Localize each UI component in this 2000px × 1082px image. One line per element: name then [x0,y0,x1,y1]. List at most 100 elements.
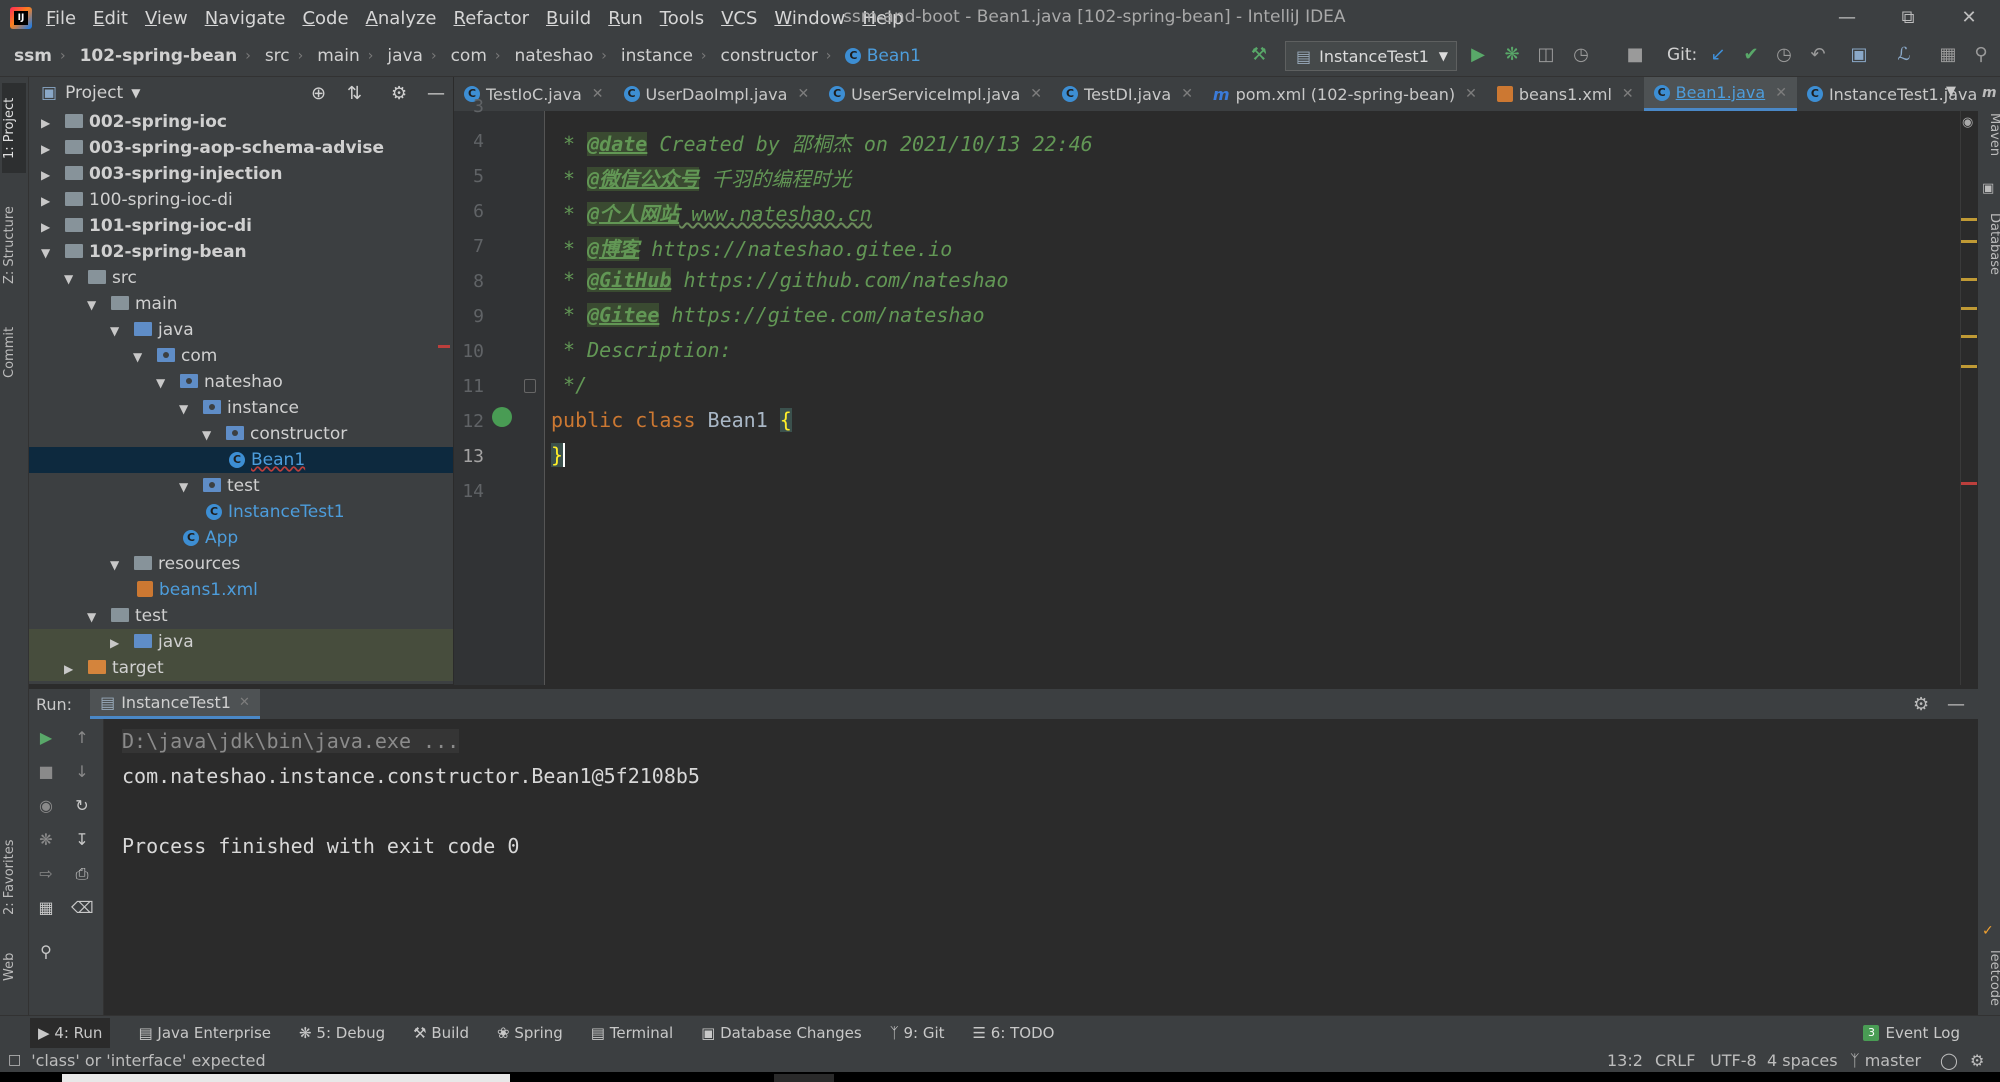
debug-icon[interactable]: ❋ [1501,44,1523,66]
menu-run[interactable]: Run [608,8,643,29]
chevron-right-icon[interactable]: ▶ [41,162,55,188]
collapse-all-icon[interactable]: ⇅ [347,83,362,104]
project-view-title[interactable]: Project [65,83,123,103]
line-separator[interactable]: CRLF [1655,1051,1695,1070]
tool-spring[interactable]: ❀ Spring [497,1024,563,1042]
caret-position[interactable]: 13:2 [1607,1051,1643,1070]
menu-view[interactable]: View [145,8,188,29]
chevron-down-icon[interactable]: ▼ [202,422,216,448]
tab-favorites-tool[interactable]: 2: Favorites [2,827,26,927]
scroll-up-icon[interactable]: ↑ [71,727,93,749]
profile-icon[interactable]: ◷ [1570,44,1592,66]
tree-node[interactable]: ▼ test [29,473,453,499]
status-toggle-icon[interactable]: □ [8,1052,21,1068]
tree-node[interactable]: ▼ nateshao [29,369,453,395]
tree-node[interactable]: C InstanceTest1 [29,499,453,525]
menu-tools[interactable]: Tools [660,8,704,29]
menu-edit[interactable]: Edit [93,8,128,29]
soft-wrap-icon[interactable]: ↻ [71,795,93,817]
breadcrumb-src[interactable]: src [265,46,290,66]
error-marker[interactable] [1961,482,1977,485]
gear-icon[interactable]: ⚙ [1913,694,1929,715]
close-tab-icon[interactable]: ✕ [797,86,809,102]
tree-node[interactable]: ▶ 003-spring-aop-schema-advise [29,135,453,161]
camera-icon[interactable]: ◉ [35,795,57,817]
lock-icon[interactable]: ◯ [1940,1051,1958,1070]
tree-node[interactable]: ▼ test [29,603,453,629]
eye-icon[interactable]: ◉ [1962,115,1973,130]
git-history-icon[interactable]: ◷ [1773,44,1795,66]
close-tab-icon[interactable]: ✕ [1030,86,1042,102]
print-icon[interactable]: ⎙ [71,863,93,885]
tab-commit-tool[interactable]: Commit [2,317,26,387]
tab-maven-tool[interactable]: Maven [1978,105,2000,165]
git-rollback-icon[interactable]: ↶ [1807,44,1829,66]
run-configuration-select[interactable]: ▤ InstanceTest1 ▼ [1285,41,1457,71]
close-tab-icon[interactable]: ✕ [1181,86,1193,102]
rerun-icon[interactable]: ▶ [35,727,57,749]
chevron-down-icon[interactable]: ▼ [179,396,193,422]
tree-node[interactable]: C App [29,525,453,551]
tool-todo[interactable]: ☰ 6: TODO [973,1024,1055,1042]
tree-node[interactable]: ▼ 102-spring-bean [29,239,453,265]
layout-icon[interactable]: ▦ [1937,44,1959,66]
build-hammer-icon[interactable]: ⚒ [1248,44,1270,66]
tree-node[interactable]: ▼ instance [29,395,453,421]
hide-panel-icon[interactable]: — [1947,694,1965,715]
breadcrumb-java[interactable]: java [387,46,423,66]
gear-icon[interactable]: ⚙ [391,83,407,104]
tree-node[interactable]: ▶ java [29,629,453,655]
indent-setting[interactable]: 4 spaces [1767,1051,1838,1070]
tool-database-changes[interactable]: ▣ Database Changes [701,1024,862,1042]
code-editor[interactable]: * @date Created by 邵桐杰 on 2021/10/13 22:… [545,111,1960,685]
breadcrumb-instance[interactable]: instance [621,46,693,66]
locate-file-icon[interactable]: ⊕ [311,83,326,104]
event-log[interactable]: 3 Event Log [1863,1024,1960,1042]
tree-node[interactable]: ▶ 101-spring-ioc-di [29,213,453,239]
layout-icon[interactable]: ▦ [35,897,57,919]
stop-icon[interactable]: ■ [1624,44,1646,66]
tree-node[interactable]: ▶ target [29,655,453,681]
fold-marker-icon[interactable] [524,379,536,393]
menu-vcs[interactable]: VCS [721,8,757,29]
chevron-down-icon[interactable]: ▼ [131,86,140,100]
tree-node[interactable]: ▶ 100-spring-ioc-di [29,187,453,213]
editor-tab[interactable]: beans1.xml ✕ [1487,77,1644,111]
warning-marker[interactable] [1961,240,1977,243]
chevron-right-icon[interactable]: ▶ [110,630,124,656]
breadcrumb-bean1[interactable]: C Bean1 [845,46,921,66]
tree-node[interactable]: ▼ resources [29,551,453,577]
chevron-right-icon[interactable]: ▶ [41,136,55,162]
memory-indicator-icon[interactable]: ⚙ [1970,1051,1984,1070]
close-tab-icon[interactable]: ✕ [1775,85,1787,101]
chevron-right-icon[interactable]: ▶ [41,188,55,214]
tree-node[interactable]: beans1.xml [29,577,453,603]
close-icon[interactable]: ✕ [239,695,250,710]
tab-leetcode-tool[interactable]: leetcode [1978,943,2000,1013]
run-console[interactable]: D:\java\jdk\bin\java.exe ... com.natesha… [104,719,1978,1015]
coverage-icon[interactable]: ◫ [1535,44,1557,66]
git-update-icon[interactable]: ↙ [1707,44,1729,66]
stop-icon[interactable]: ■ [35,761,57,783]
git-commit-icon[interactable]: ✔ [1740,44,1762,66]
warning-marker[interactable] [1961,365,1977,368]
tree-node[interactable]: ▼ constructor [29,421,453,447]
close-tab-icon[interactable]: ✕ [592,86,604,102]
search-icon[interactable]: ⚲ [1970,44,1992,66]
hide-panel-icon[interactable]: — [427,83,445,104]
git-branch[interactable]: ᛉ master [1850,1051,1921,1070]
editor-tab[interactable]: C Bean1.java ✕ [1643,77,1797,111]
editor-tab[interactable]: C TestDI.java ✕ [1052,77,1203,111]
tool-git[interactable]: ᛉ 9: Git [890,1024,945,1042]
pin-icon[interactable]: ⚲ [35,941,57,963]
editor-tab[interactable]: m pom.xml (102-spring-bean) ✕ [1203,77,1487,111]
chevron-down-icon[interactable]: ▼ [87,604,101,630]
file-encoding[interactable]: UTF-8 [1710,1051,1757,1070]
tree-node[interactable]: ▼ java [29,317,453,343]
close-tab-icon[interactable]: ✕ [1622,86,1634,102]
run-tab-instancetest1[interactable]: ▤ InstanceTest1 ✕ [90,689,260,719]
run-gutter-icon[interactable] [492,407,512,427]
breadcrumb-nateshao[interactable]: nateshao [515,46,594,66]
breadcrumb-main[interactable]: main [317,46,359,66]
tool-terminal[interactable]: ▤ Terminal [591,1024,673,1042]
